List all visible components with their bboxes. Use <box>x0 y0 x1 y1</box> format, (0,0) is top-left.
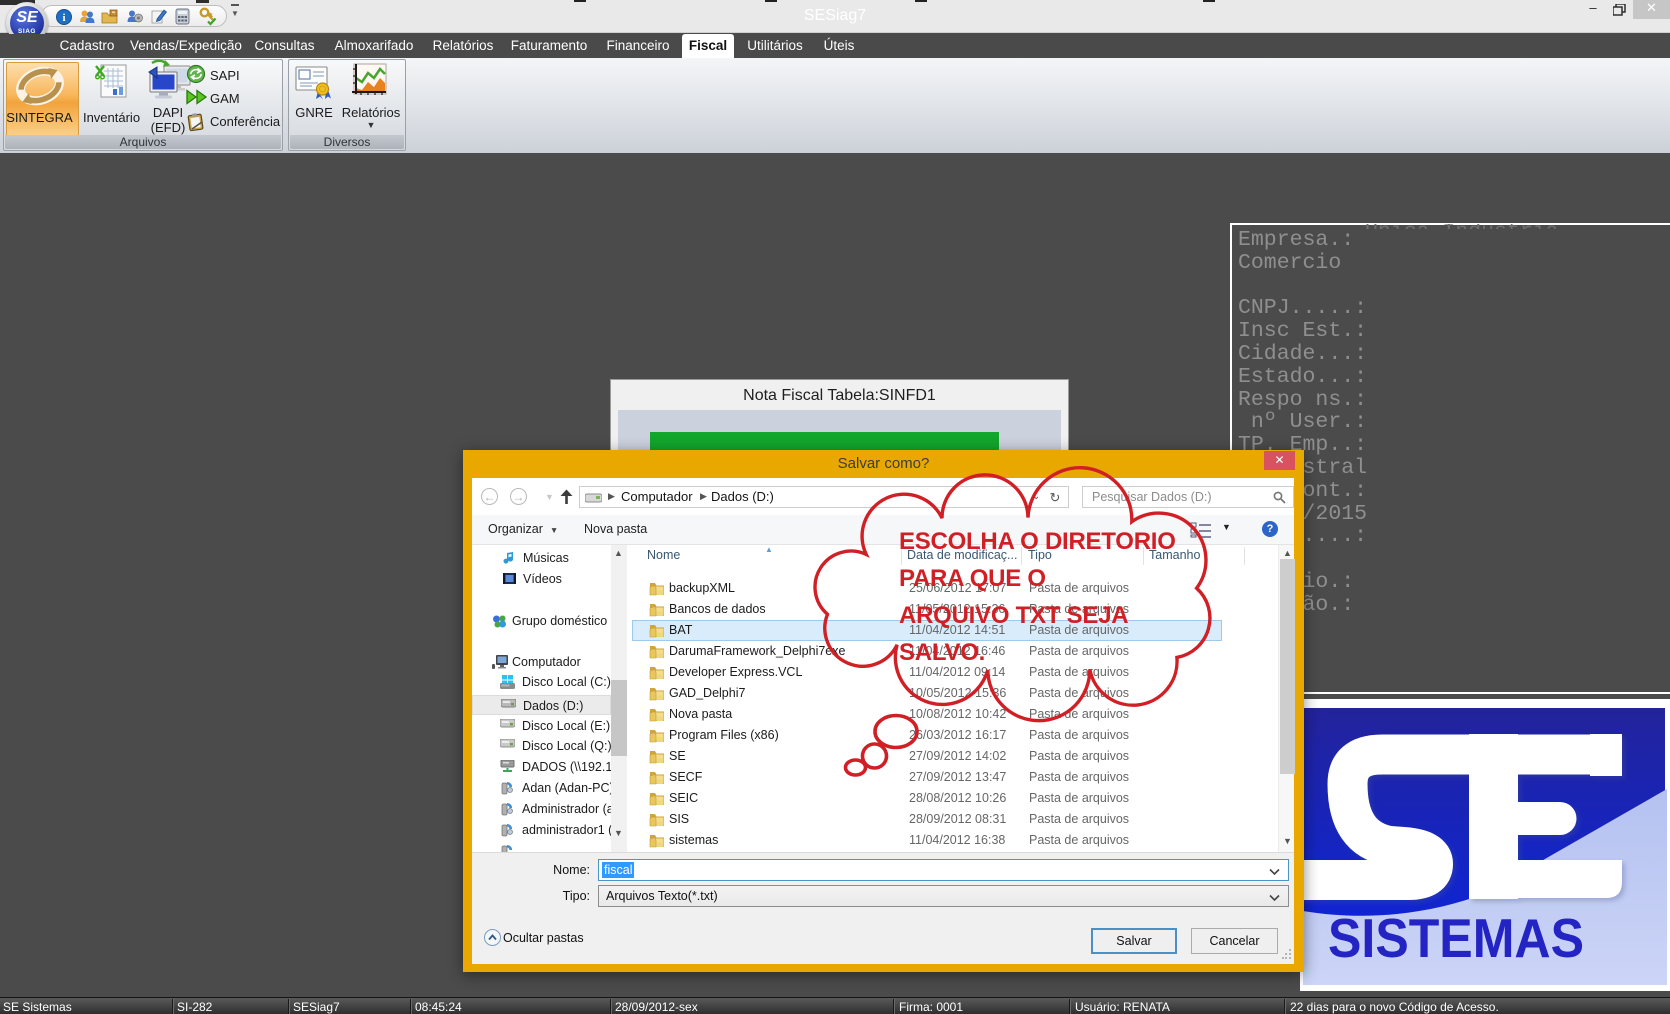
svg-text:i: i <box>62 12 65 24</box>
svg-text:SISTEMAS: SISTEMAS <box>1328 907 1584 969</box>
